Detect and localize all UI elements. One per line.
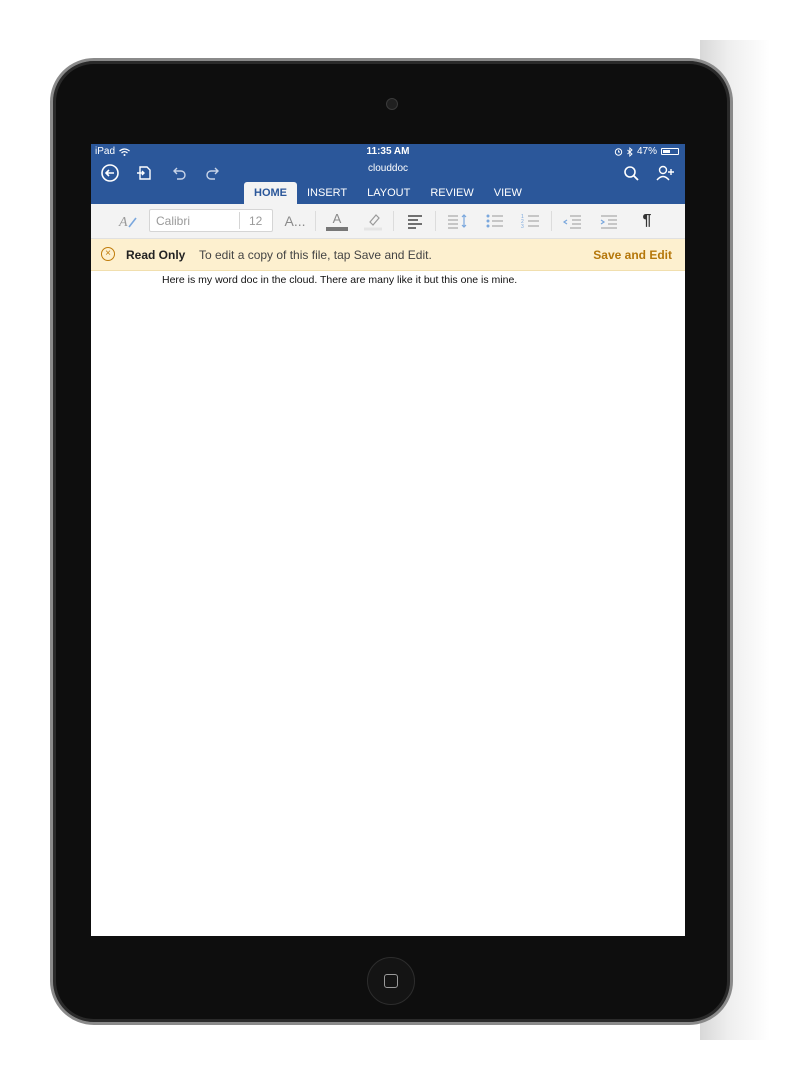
save-copy-icon[interactable] — [133, 162, 155, 184]
paragraph-mark-glyph: ¶ — [642, 212, 652, 229]
font-picker[interactable]: Calibri 12 — [149, 209, 273, 232]
align-left-icon[interactable] — [405, 211, 425, 231]
bullets-icon[interactable] — [483, 211, 507, 231]
read-only-message: To edit a copy of this file, tap Save an… — [199, 248, 432, 262]
close-circle-icon[interactable]: × — [101, 247, 115, 261]
font-name: Calibri — [156, 214, 191, 228]
font-size: 12 — [249, 214, 263, 228]
ribbon-tabs: HOME INSERT LAYOUT REVIEW VIEW — [244, 182, 532, 204]
home-button-icon — [384, 974, 398, 988]
font-color-button[interactable]: A — [325, 204, 349, 238]
numbering-icon[interactable]: 1 2 3 — [519, 211, 543, 231]
tab-review[interactable]: REVIEW — [420, 182, 483, 204]
increase-indent-icon[interactable] — [597, 211, 621, 231]
save-and-edit-button[interactable]: Save and Edit — [593, 248, 672, 262]
back-icon[interactable] — [99, 162, 121, 184]
battery-percent: 47% — [636, 146, 657, 157]
share-person-icon[interactable] — [654, 162, 676, 184]
app-screen: iPad 11:35 AM 47% clouddoc HOME INSERT L… — [91, 144, 685, 936]
document-body[interactable]: Here is my word doc in the cloud. There … — [162, 274, 517, 286]
title-bar: iPad 11:35 AM 47% clouddoc HOME INSERT L… — [91, 144, 685, 204]
read-only-banner: × Read Only To edit a copy of this file,… — [91, 239, 685, 271]
text-styles-button[interactable]: A... — [283, 204, 307, 238]
bluetooth-icon — [627, 146, 633, 157]
font-color-glyph: A — [332, 210, 342, 226]
decrease-indent-icon[interactable] — [561, 211, 585, 231]
search-icon[interactable] — [620, 162, 642, 184]
home-ribbon: A Calibri 12 A... A 1 2 3 ¶ — [91, 204, 685, 239]
clock: 11:35 AM — [366, 146, 410, 157]
battery-icon — [661, 148, 679, 155]
alarm-icon — [614, 148, 623, 156]
status-bar: iPad 11:35 AM 47% — [91, 146, 685, 160]
text-styles-glyph: A... — [284, 213, 306, 229]
camera — [386, 98, 398, 110]
svg-text:A: A — [118, 215, 128, 230]
show-formatting-button[interactable]: ¶ — [637, 204, 657, 238]
read-only-label: Read Only — [126, 248, 186, 262]
tab-insert[interactable]: INSERT — [297, 182, 357, 204]
line-spacing-icon[interactable] — [445, 211, 469, 231]
font-color-swatch — [326, 226, 348, 231]
highlight-icon[interactable] — [361, 210, 385, 232]
document-paragraph: Here is my word doc in the cloud. There … — [162, 274, 518, 286]
undo-icon[interactable] — [168, 162, 190, 184]
svg-text:3: 3 — [521, 224, 524, 230]
clear-formatting-icon[interactable]: A — [117, 210, 139, 232]
tab-home[interactable]: HOME — [244, 182, 297, 204]
tab-layout[interactable]: LAYOUT — [357, 182, 420, 204]
redo-icon[interactable] — [202, 162, 224, 184]
home-button[interactable] — [367, 957, 415, 1005]
tab-view[interactable]: VIEW — [484, 182, 532, 204]
